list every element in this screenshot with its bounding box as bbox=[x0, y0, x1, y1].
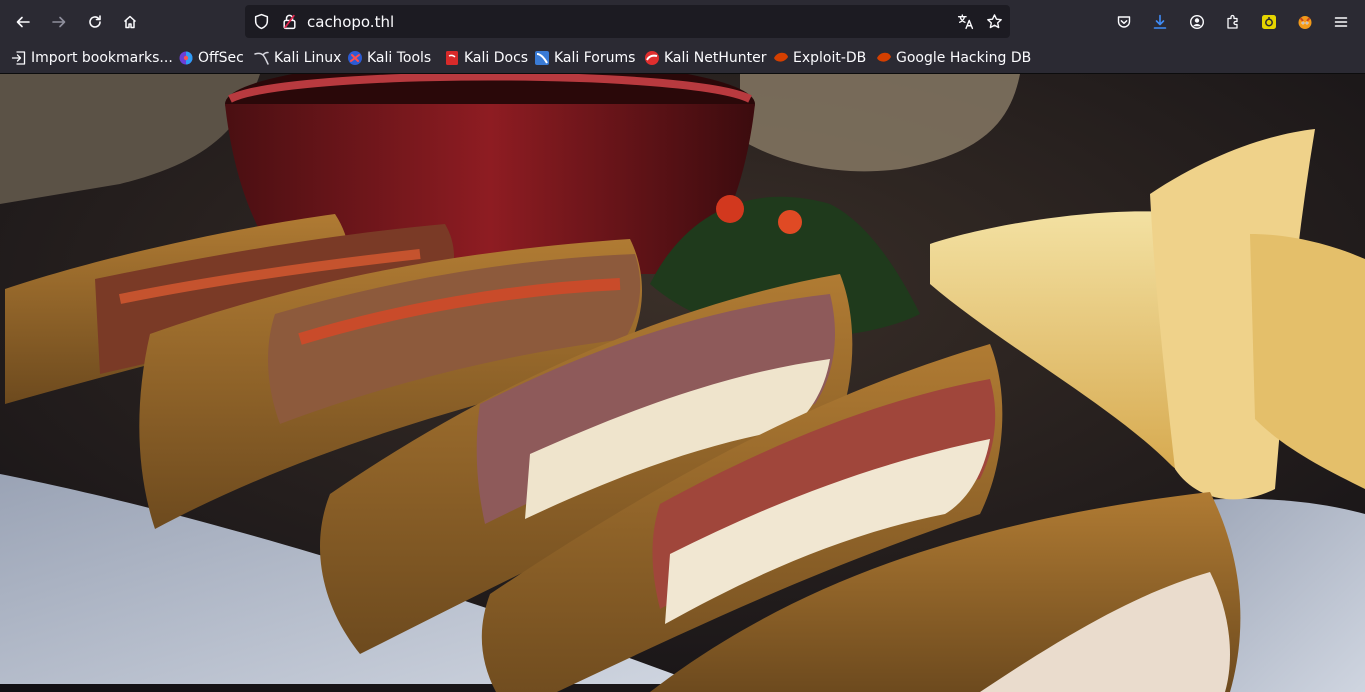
bookmark-label: Google Hacking DB bbox=[896, 50, 1032, 66]
extension-yellow-button[interactable] bbox=[1254, 7, 1284, 37]
import-icon bbox=[11, 51, 26, 65]
bookmark-label: Kali Docs bbox=[464, 50, 529, 66]
forward-icon bbox=[52, 16, 66, 28]
account-button[interactable] bbox=[1182, 7, 1212, 37]
pocket-icon bbox=[1117, 16, 1131, 28]
bookmark-kali-forums[interactable]: Kali Forums bbox=[534, 47, 635, 69]
kali-tools-icon bbox=[348, 51, 362, 65]
bookmark-exploit-db[interactable]: Exploit-DB bbox=[773, 47, 866, 69]
back-button[interactable] bbox=[8, 7, 38, 37]
back-icon bbox=[16, 16, 30, 28]
extensions-icon bbox=[1227, 14, 1238, 29]
kali-docs-icon bbox=[446, 51, 458, 65]
ext-yellow-icon bbox=[1262, 15, 1276, 29]
navigation-toolbar: cachopo.thl bbox=[0, 0, 1365, 43]
extension-fox-button[interactable] bbox=[1290, 7, 1320, 37]
reload-button[interactable] bbox=[80, 7, 110, 37]
bookmark-label: Kali Tools bbox=[367, 50, 432, 66]
star-icon[interactable] bbox=[986, 13, 1003, 30]
bookmark-google-hacking-db[interactable]: Google Hacking DB bbox=[876, 47, 1031, 69]
bookmark-label: Kali Forums bbox=[554, 50, 636, 66]
menu-icon bbox=[1334, 17, 1348, 27]
ghdb-icon bbox=[877, 52, 891, 62]
home-icon bbox=[123, 15, 137, 29]
bookmark-kali-linux[interactable]: Kali Linux bbox=[254, 47, 341, 69]
kali-forums-icon bbox=[535, 51, 549, 65]
bookmark-offsec[interactable]: OffSec bbox=[178, 47, 244, 69]
bookmark-label: OffSec bbox=[198, 50, 244, 66]
bookmark-kali-nethunter[interactable]: Kali NetHunter bbox=[644, 47, 766, 69]
url-bar[interactable]: cachopo.thl bbox=[245, 5, 1010, 38]
forward-button[interactable] bbox=[44, 7, 74, 37]
app-menu-button[interactable] bbox=[1326, 7, 1356, 37]
reload-icon bbox=[89, 15, 101, 28]
bookmark-label: Import bookmarks... bbox=[31, 50, 173, 66]
kali-dragon-icon bbox=[254, 51, 269, 65]
pocket-button[interactable] bbox=[1109, 7, 1139, 37]
bookmark-label: Kali NetHunter bbox=[664, 50, 767, 66]
downloads-button[interactable] bbox=[1145, 7, 1175, 37]
bookmark-label: Kali Linux bbox=[274, 50, 342, 66]
url-text[interactable]: cachopo.thl bbox=[307, 13, 394, 31]
ext-fox-icon bbox=[1298, 16, 1312, 29]
hero-photo bbox=[0, 74, 1365, 692]
nethunter-icon bbox=[645, 51, 659, 65]
home-button[interactable] bbox=[115, 7, 145, 37]
shield-icon[interactable] bbox=[253, 13, 270, 30]
translate-icon[interactable] bbox=[957, 13, 974, 30]
extensions-button[interactable] bbox=[1218, 7, 1248, 37]
exploit-db-icon bbox=[774, 52, 788, 62]
offsec-icon bbox=[179, 51, 193, 65]
cachopo-photo bbox=[0, 74, 1365, 692]
bookmark-import[interactable]: Import bookmarks... bbox=[11, 47, 173, 69]
account-icon bbox=[1189, 14, 1205, 30]
download-icon bbox=[1153, 14, 1167, 29]
bookmark-kali-tools[interactable]: Kali Tools bbox=[347, 47, 431, 69]
lock-icon[interactable] bbox=[281, 13, 298, 30]
bookmark-kali-docs[interactable]: Kali Docs bbox=[444, 47, 528, 69]
bookmark-label: Exploit-DB bbox=[793, 50, 867, 66]
